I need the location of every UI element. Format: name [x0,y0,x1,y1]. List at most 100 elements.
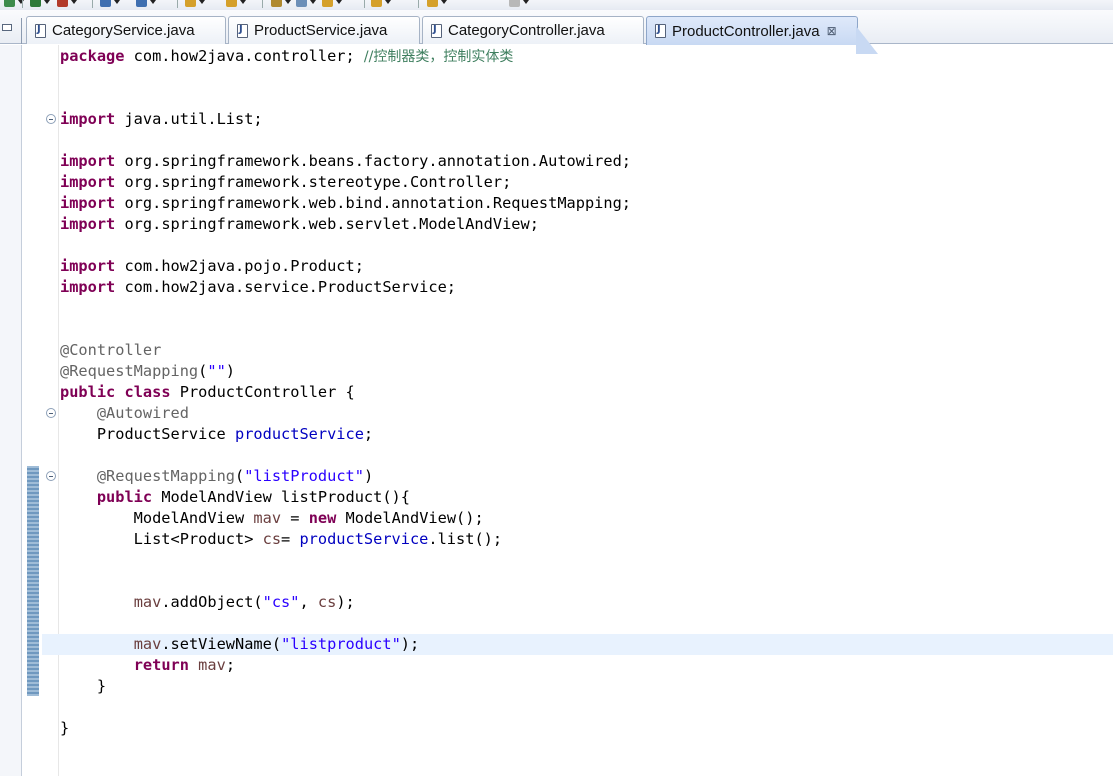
toolbar-separator [364,0,365,8]
tab-product-service[interactable]: ProductService.java [228,16,420,44]
code-token-variable: cs [317,593,337,611]
code-token-keyword: return [133,656,189,674]
toolbar-tool-icon[interactable] [4,0,15,7]
toolbar-tool-icon[interactable] [100,0,111,7]
code-line[interactable]: package com.how2java.controller; //控制器类，… [42,46,1113,67]
dropdown-arrow-icon[interactable] [240,0,246,4]
code-line[interactable]: return mav; [42,655,1113,676]
code-token-keyword: new [308,509,337,527]
code-token-keyword: import [60,110,116,128]
code-token-string: "cs" [262,593,300,611]
code-token-annotation: @RequestMapping [96,467,235,485]
code-text: import com.how2java.service.ProductServi… [60,277,456,298]
code-text: @Autowired [60,403,189,424]
tab-category-controller[interactable]: CategoryController.java [422,16,644,44]
toolbar-tool-icon[interactable] [136,0,147,7]
code-token-annotation: @Autowired [96,404,189,422]
code-text: import org.springframework.web.servlet.M… [60,214,539,235]
close-tab-icon[interactable]: ⊠ [827,25,837,37]
code-token-annotation: @RequestMapping [60,362,199,380]
code-line[interactable]: import java.util.List; [42,109,1113,130]
code-line[interactable]: ProductService productService; [42,424,1113,445]
toolbar-tool-icon[interactable] [509,0,520,7]
code-line[interactable]: public class ProductController { [42,382,1113,403]
code-token-plain: } [60,719,70,737]
toolbar-tool-icon[interactable] [296,0,307,7]
code-editor[interactable]: package com.how2java.controller; //控制器类，… [42,45,1113,776]
tab-product-controller[interactable]: ProductController.java ⊠ [646,16,858,45]
code-line[interactable]: } [42,718,1113,739]
tab-label: CategoryController.java [448,22,605,39]
code-line[interactable] [42,88,1113,109]
code-line[interactable]: public ModelAndView listProduct(){ [42,487,1113,508]
code-line[interactable]: import org.springframework.web.bind.anno… [42,193,1113,214]
code-line[interactable] [42,130,1113,151]
code-line[interactable] [42,550,1113,571]
tab-label: ProductService.java [254,22,388,39]
code-line[interactable] [42,613,1113,634]
dropdown-arrow-icon[interactable] [310,0,316,4]
tab-category-service[interactable]: CategoryService.java [26,16,226,44]
code-line[interactable] [42,67,1113,88]
code-line[interactable]: @Autowired [42,403,1113,424]
toolbar-tool-icon[interactable] [371,0,382,7]
toolbar-tool-icon[interactable] [185,0,196,7]
code-line[interactable]: @Controller [42,340,1113,361]
java-file-icon [35,23,46,38]
restore-view-icon[interactable] [2,24,12,31]
dropdown-arrow-icon[interactable] [71,0,77,4]
toolbar-separator [262,0,263,8]
code-token-keyword: import [60,215,116,233]
code-line[interactable]: List<Product> cs= productService.list(); [42,529,1113,550]
dropdown-arrow-icon[interactable] [44,0,50,4]
toolbar-tool-icon[interactable] [322,0,333,7]
code-line[interactable] [42,445,1113,466]
code-line[interactable]: } [42,676,1113,697]
code-token-plain: = [281,530,300,548]
dropdown-arrow-icon[interactable] [385,0,391,4]
dropdown-arrow-icon[interactable] [114,0,120,4]
toolbar-tool-icon[interactable] [427,0,438,7]
code-line[interactable]: import org.springframework.stereotype.Co… [42,172,1113,193]
collapse-fold-icon[interactable] [46,471,56,481]
dropdown-arrow-icon[interactable] [336,0,342,4]
current-code-line[interactable]: mav.setViewName("listproduct"); [42,634,1113,655]
code-token-keyword: import [60,173,116,191]
minimized-view-stub[interactable] [0,18,22,44]
code-line[interactable]: @RequestMapping("listProduct") [42,466,1113,487]
code-line[interactable]: import org.springframework.web.servlet.M… [42,214,1113,235]
code-token-comment: //控制器类，控制实体类 [363,49,514,65]
code-line[interactable]: import com.how2java.pojo.Product; [42,256,1113,277]
code-line[interactable] [42,298,1113,319]
collapse-fold-icon[interactable] [46,408,56,418]
toolbar-tool-icon[interactable] [57,0,68,7]
code-text: ModelAndView mav = new ModelAndView(); [60,508,484,529]
code-token-plain: ) [363,467,374,485]
toolbar-tool-icon[interactable] [226,0,237,7]
code-line[interactable] [42,571,1113,592]
dropdown-arrow-icon[interactable] [285,0,291,4]
dropdown-arrow-icon[interactable] [441,0,447,4]
collapse-fold-icon[interactable] [46,114,56,124]
code-line[interactable]: mav.addObject("cs", cs); [42,592,1113,613]
code-line[interactable] [42,235,1113,256]
code-line[interactable]: import org.springframework.beans.factory… [42,151,1113,172]
code-line[interactable]: @RequestMapping("") [42,361,1113,382]
dropdown-arrow-icon[interactable] [150,0,156,4]
code-token-plain: org.springframework.web.servlet.ModelAnd… [115,215,539,233]
code-line[interactable] [42,319,1113,340]
code-token-plain: com.how2java.controller; [124,47,364,65]
toolbar-tool-icon[interactable] [271,0,282,7]
dropdown-arrow-icon[interactable] [523,0,529,4]
dropdown-arrow-icon[interactable] [199,0,205,4]
code-token-string: "listproduct" [281,635,401,653]
code-line[interactable]: ModelAndView mav = new ModelAndView(); [42,508,1113,529]
code-line[interactable]: import com.how2java.service.ProductServi… [42,277,1113,298]
code-token-plain: ModelAndView(); [336,509,484,527]
code-line[interactable] [42,697,1113,718]
toolbar-tool-icon[interactable] [30,0,41,7]
dropdown-arrow-icon[interactable] [18,0,24,4]
code-token-plain: ; [363,425,374,443]
